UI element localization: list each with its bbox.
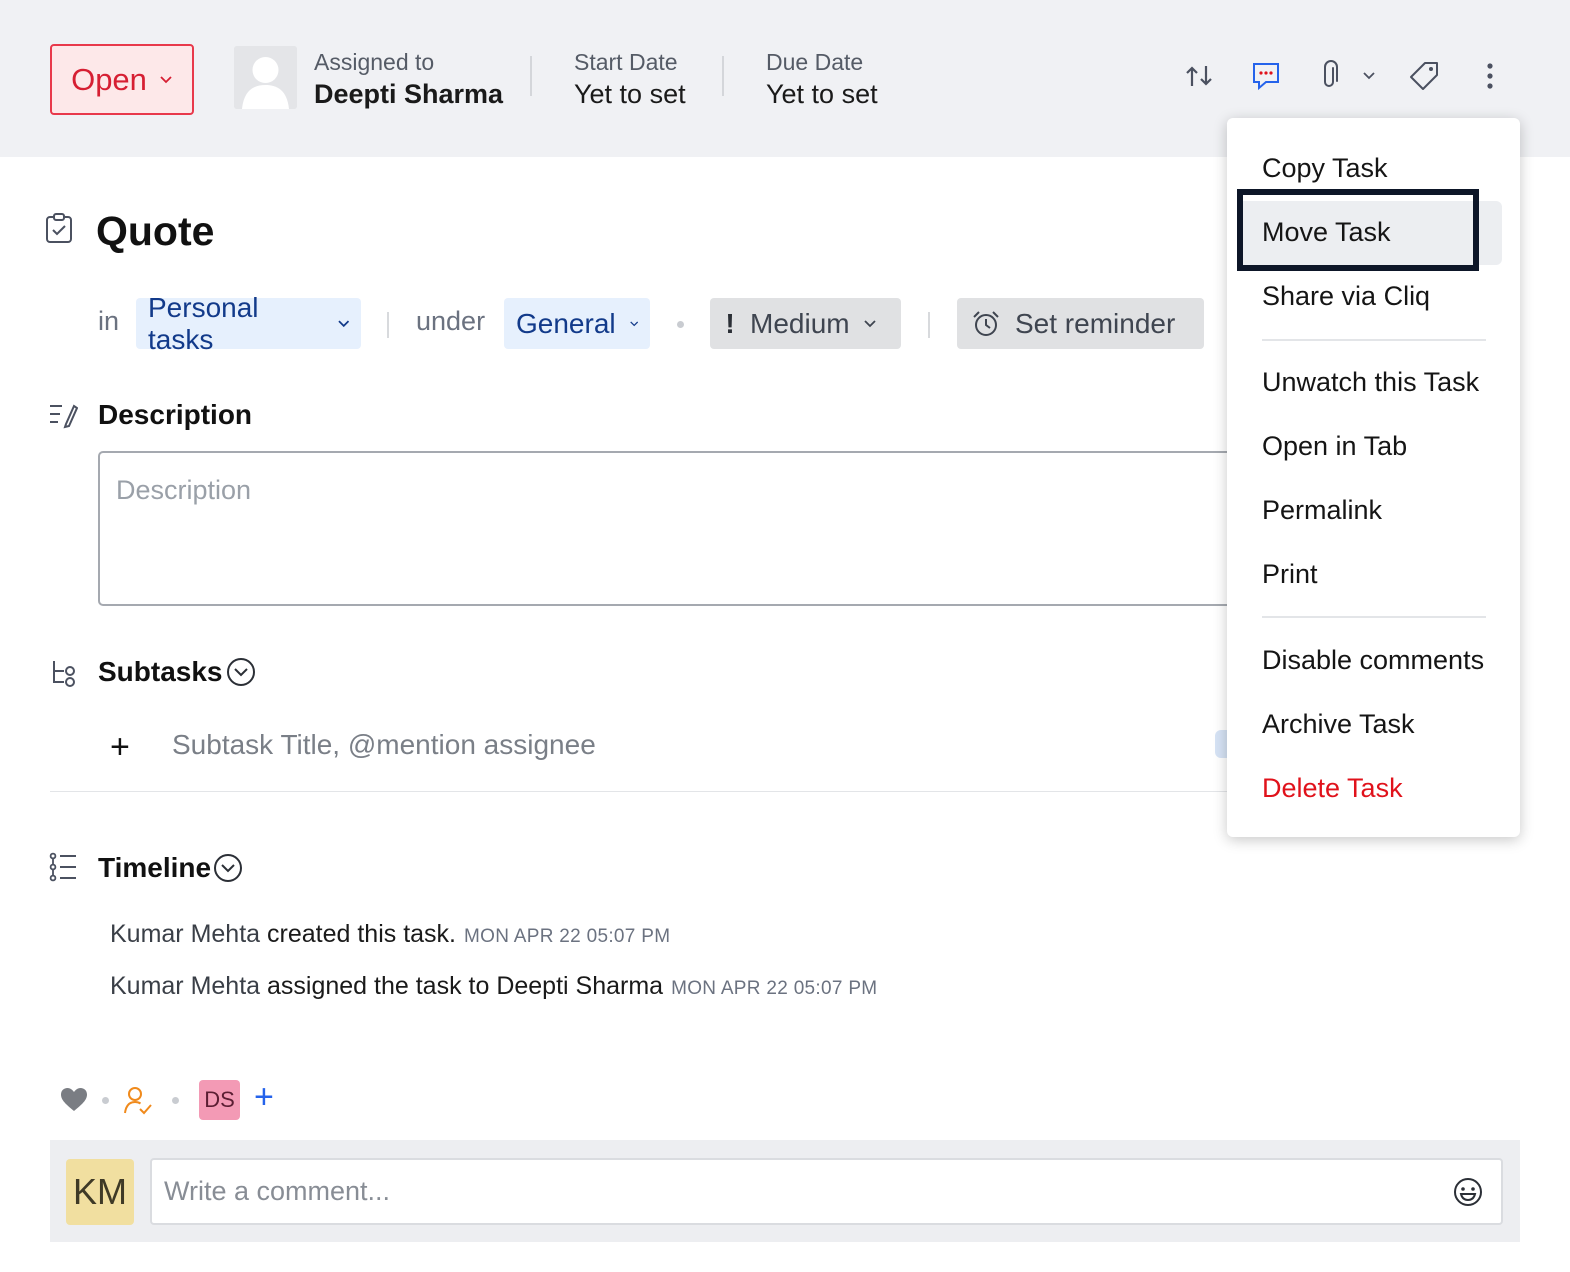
start-date-value: Yet to set <box>574 79 686 109</box>
timeline-entry: Kumar Mehta assigned the task to Deepti … <box>110 972 877 1001</box>
description-input[interactable]: Description <box>98 451 1278 606</box>
menu-item-print[interactable]: Print <box>1262 559 1318 590</box>
current-user-avatar: KM <box>66 1159 134 1225</box>
footer-dot <box>172 1097 179 1104</box>
status-label: Open <box>71 61 147 97</box>
due-date-field[interactable]: Due Date Yet to set <box>766 48 878 112</box>
timeline-action: assigned the task to Deepti Sharma <box>260 972 664 1000</box>
chevron-down-icon <box>337 320 349 327</box>
exclamation-icon: ! <box>725 307 735 339</box>
follower-avatar[interactable]: DS <box>199 1080 240 1120</box>
menu-item-unwatch-task[interactable]: Unwatch this Task <box>1262 367 1479 398</box>
follower-user-icon[interactable] <box>122 1085 154 1117</box>
move-task-focus-outline <box>1237 189 1479 271</box>
tasklist-name: General <box>516 307 616 339</box>
add-subtask-button[interactable]: + <box>110 728 130 767</box>
timeline-time: MON APR 22 05:07 PM <box>464 926 671 947</box>
add-follower-button[interactable]: + <box>254 1078 274 1117</box>
due-date-label: Due Date <box>766 49 864 75</box>
chevron-down-icon[interactable] <box>1352 58 1386 94</box>
subtasks-heading: Subtasks <box>98 656 223 687</box>
meta-dot <box>677 321 684 328</box>
timeline-actor[interactable]: Kumar Mehta <box>110 920 260 948</box>
assignee-name: Deepti Sharma <box>314 79 504 109</box>
assignee-label: Assigned to <box>314 49 435 75</box>
status-dropdown-button[interactable]: Open <box>50 44 194 115</box>
tasklist-dropdown[interactable]: General <box>504 298 650 349</box>
header-divider <box>722 56 724 96</box>
chevron-down-icon <box>863 319 876 327</box>
project-name: Personal tasks <box>148 291 259 355</box>
task-meta-row: in Personal tasks under General ! Medium… <box>0 292 1230 355</box>
start-date-label: Start Date <box>574 49 678 75</box>
set-reminder-button[interactable]: Set reminder <box>957 298 1204 349</box>
collapse-chevron-icon[interactable] <box>213 853 243 883</box>
priority-dropdown[interactable]: ! Medium <box>710 298 901 349</box>
menu-item-open-in-tab[interactable]: Open in Tab <box>1262 431 1407 462</box>
section-divider <box>50 791 1230 792</box>
subtask-input[interactable]: Subtask Title, @mention assignee <box>172 729 596 761</box>
tag-icon[interactable] <box>1406 58 1442 94</box>
swap-arrows-icon[interactable] <box>1182 58 1218 94</box>
comment-placeholder: Write a comment... <box>164 1176 391 1206</box>
subtasks-tree-icon <box>53 661 75 687</box>
menu-item-permalink[interactable]: Permalink <box>1262 495 1382 526</box>
footer-dot <box>102 1097 109 1104</box>
description-edit-icon <box>50 404 78 429</box>
timeline-entry: Kumar Mehta created this task. MON APR 22… <box>110 920 670 949</box>
timeline-list-icon <box>49 852 76 882</box>
start-date-field[interactable]: Start Date Yet to set <box>574 48 686 112</box>
assignee-avatar[interactable] <box>234 46 297 109</box>
timeline-heading: Timeline <box>98 852 212 883</box>
alarm-clock-icon <box>973 310 999 336</box>
more-vertical-icon[interactable] <box>1472 58 1508 94</box>
chevron-down-icon <box>629 320 638 326</box>
reminder-label: Set reminder <box>1015 307 1176 339</box>
meta-divider <box>928 312 930 338</box>
in-label: in <box>98 306 120 336</box>
menu-item-share-via-cliq[interactable]: Share via Cliq <box>1262 281 1430 312</box>
emoji-smiley-icon[interactable] <box>1452 1176 1484 1208</box>
timeline-time: MON APR 22 05:07 PM <box>671 978 878 999</box>
menu-item-archive-task[interactable]: Archive Task <box>1262 709 1415 740</box>
project-dropdown[interactable]: Personal tasks <box>136 292 361 355</box>
task-checklist-icon <box>46 213 72 243</box>
description-heading: Description <box>98 399 253 430</box>
menu-item-copy-task[interactable]: Copy Task <box>1262 153 1388 184</box>
description-placeholder: Description <box>116 475 252 505</box>
menu-divider <box>1262 339 1486 341</box>
timeline-action: created this task. <box>260 920 456 948</box>
menu-item-delete-task[interactable]: Delete Task <box>1262 773 1403 804</box>
assignee-field[interactable]: Assigned to Deepti Sharma <box>314 48 503 112</box>
collapse-chevron-icon[interactable] <box>226 657 256 687</box>
meta-divider <box>387 312 389 338</box>
timeline-actor[interactable]: Kumar Mehta <box>110 972 260 1000</box>
user-silhouette-icon <box>234 46 297 109</box>
priority-label: Medium <box>750 307 850 339</box>
under-label: under <box>416 306 486 336</box>
heart-icon[interactable] <box>60 1087 88 1113</box>
due-date-value: Yet to set <box>766 79 878 109</box>
comment-input[interactable]: Write a comment... <box>150 1158 1503 1225</box>
header-divider <box>530 56 532 96</box>
menu-item-disable-comments[interactable]: Disable comments <box>1262 645 1484 676</box>
task-title[interactable]: Quote <box>96 208 214 255</box>
chevron-down-icon <box>160 75 172 83</box>
menu-divider <box>1262 616 1486 618</box>
paperclip-icon[interactable] <box>1311 58 1347 94</box>
comment-chat-icon[interactable] <box>1248 58 1284 94</box>
